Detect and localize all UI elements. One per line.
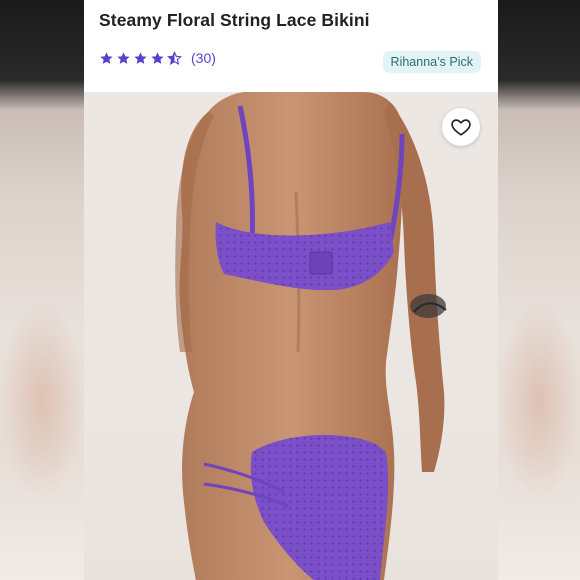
star-icon bbox=[100, 51, 113, 64]
product-header: Steamy Floral String Lace Bikini (30) Ri… bbox=[84, 0, 498, 92]
star-icon bbox=[134, 51, 147, 64]
backdrop-left bbox=[0, 0, 84, 580]
product-card[interactable]: Steamy Floral String Lace Bikini (30) Ri… bbox=[84, 0, 498, 580]
review-count[interactable]: (30) bbox=[191, 50, 216, 66]
model-photo bbox=[175, 92, 447, 580]
backdrop-right bbox=[498, 0, 580, 580]
star-rating bbox=[99, 50, 182, 66]
rating-row[interactable]: (30) bbox=[99, 50, 216, 66]
tattoo bbox=[410, 294, 447, 318]
wishlist-button[interactable] bbox=[442, 108, 480, 146]
product-image[interactable] bbox=[84, 92, 498, 580]
heart-outline-icon bbox=[451, 119, 471, 136]
star-half-icon bbox=[167, 50, 182, 65]
rihannas-pick-badge: Rihanna’s Pick bbox=[382, 51, 481, 73]
star-icon bbox=[151, 51, 164, 64]
star-icon bbox=[117, 51, 130, 64]
product-title: Steamy Floral String Lace Bikini bbox=[99, 10, 370, 30]
